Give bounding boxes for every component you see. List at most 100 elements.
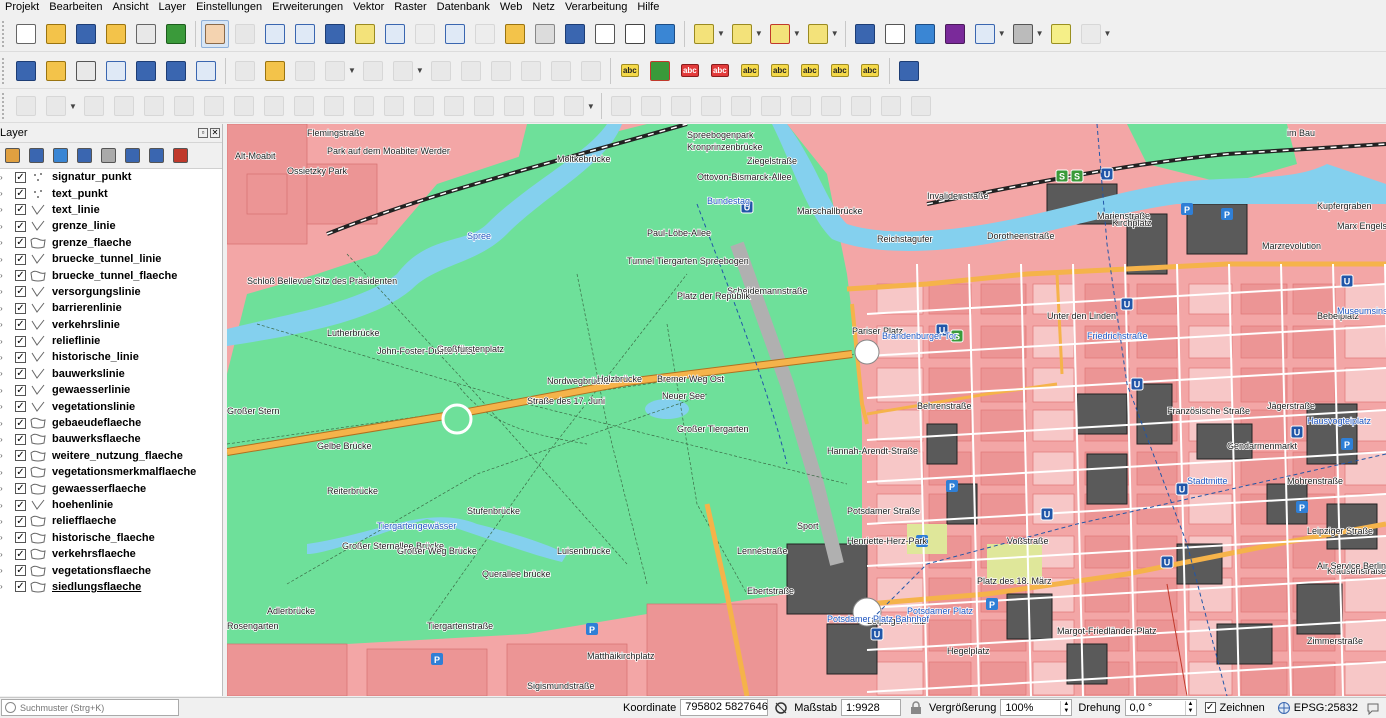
- dropdown-arrow-icon[interactable]: ▼: [998, 29, 1006, 38]
- menu-bearbeiten[interactable]: Bearbeiten: [44, 0, 107, 15]
- expand-arrow-icon[interactable]: ›: [0, 582, 10, 591]
- pin-labels-button[interactable]: abc: [706, 57, 734, 85]
- identify-button[interactable]: [851, 20, 879, 48]
- expand-all-button[interactable]: [121, 145, 143, 167]
- open-project-button[interactable]: [42, 20, 70, 48]
- zoom-to-layer-button[interactable]: [381, 20, 409, 48]
- layer-item-gewaesserlinie[interactable]: › ✓ gewaesserlinie: [0, 382, 222, 398]
- save-edits-button[interactable]: [291, 57, 319, 85]
- redo-button[interactable]: [577, 57, 605, 85]
- zoom-in-button[interactable]: [261, 20, 289, 48]
- modify-attributes-button[interactable]: [389, 57, 417, 85]
- layer-visibility-checkbox[interactable]: ✓: [15, 499, 26, 511]
- layer-item-vegetationsmerkmalflaeche[interactable]: › ✓ vegetationsmerkmalflaeche: [0, 464, 222, 480]
- dropdown-arrow-icon[interactable]: ▼: [717, 29, 725, 38]
- change-label-button[interactable]: abc: [826, 57, 854, 85]
- expand-arrow-icon[interactable]: ›: [0, 304, 10, 313]
- close-panel-icon[interactable]: ✕: [210, 128, 220, 138]
- zoom-last-button[interactable]: [441, 20, 469, 48]
- new-virtual-layer-button[interactable]: [162, 57, 190, 85]
- zoom-full-button[interactable]: [321, 20, 349, 48]
- undo-button[interactable]: [547, 57, 575, 85]
- menu-hilfe[interactable]: Hilfe: [632, 0, 664, 15]
- split-features-button[interactable]: [350, 92, 378, 120]
- layer-visibility-checkbox[interactable]: ✓: [15, 581, 26, 593]
- dropdown-arrow-icon[interactable]: ▼: [1104, 29, 1112, 38]
- messages-icon[interactable]: [1366, 701, 1380, 715]
- layer-visibility-checkbox[interactable]: ✓: [15, 204, 26, 216]
- pan-to-selection-button[interactable]: [231, 20, 259, 48]
- highlight-pinned-labels-button[interactable]: abc: [676, 57, 704, 85]
- expand-arrow-icon[interactable]: ›: [0, 501, 10, 510]
- layer-item-verkehrslinie[interactable]: › ✓ verkehrslinie: [0, 317, 222, 333]
- layer-item-vegetationsflaeche[interactable]: › ✓ vegetationsflaeche: [0, 562, 222, 578]
- delete-selected-button[interactable]: [427, 57, 455, 85]
- layer-visibility-checkbox[interactable]: ✓: [15, 270, 26, 282]
- layer-visibility-checkbox[interactable]: ✓: [15, 351, 26, 363]
- expand-arrow-icon[interactable]: ›: [0, 189, 10, 198]
- expand-arrow-icon[interactable]: ›: [0, 566, 10, 575]
- save-project-button[interactable]: [72, 20, 100, 48]
- menu-web[interactable]: Web: [495, 0, 527, 15]
- remove-layer-button[interactable]: [169, 145, 191, 167]
- layer-visibility-checkbox[interactable]: ✓: [15, 335, 26, 347]
- layer-item-gewaesserflaeche[interactable]: › ✓ gewaesserflaeche: [0, 480, 222, 496]
- scale-combo[interactable]: 1:9928: [841, 699, 902, 716]
- layer-item-versorgungslinie[interactable]: › ✓ versorgungslinie: [0, 284, 222, 300]
- select-by-expression-button[interactable]: [804, 20, 832, 48]
- expand-arrow-icon[interactable]: ›: [0, 435, 10, 444]
- magnifier-spinbox[interactable]: 100% ▲ ▼: [1000, 699, 1073, 716]
- locator-input[interactable]: [20, 702, 170, 713]
- paste-features-button[interactable]: [517, 57, 545, 85]
- magnifier-spin-arrows[interactable]: ▲ ▼: [1060, 700, 1071, 715]
- layer-item-bauwerkslinie[interactable]: › ✓ bauwerkslinie: [0, 366, 222, 382]
- expand-arrow-icon[interactable]: ›: [0, 386, 10, 395]
- offset-curve-button[interactable]: [260, 92, 288, 120]
- dropdown-arrow-icon[interactable]: ▼: [348, 66, 356, 75]
- zoom-next-button[interactable]: [471, 20, 499, 48]
- node-tool-button[interactable]: [787, 92, 815, 120]
- digitize-button[interactable]: [321, 57, 349, 85]
- locator-search[interactable]: [1, 699, 179, 716]
- layer-visibility-checkbox[interactable]: ✓: [15, 220, 26, 232]
- expand-arrow-icon[interactable]: ›: [0, 402, 10, 411]
- add-ring-button[interactable]: [80, 92, 108, 120]
- attribute-table-button[interactable]: [971, 20, 999, 48]
- reverse-line-button[interactable]: [290, 92, 318, 120]
- add-part-button[interactable]: [110, 92, 138, 120]
- scale-feature-button[interactable]: [727, 92, 755, 120]
- layer-item-bruecke-tunnel-flaeche[interactable]: › ✓ bruecke_tunnel_flaeche: [0, 267, 222, 283]
- expand-arrow-icon[interactable]: ›: [0, 337, 10, 346]
- pan-button[interactable]: [201, 19, 229, 48]
- save-as-button[interactable]: [102, 20, 130, 48]
- diagram-options-button[interactable]: [646, 57, 674, 85]
- layer-item-bruecke-tunnel-linie[interactable]: › ✓ bruecke_tunnel_linie: [0, 251, 222, 267]
- coordinate-field[interactable]: 795802 5827646: [680, 699, 769, 716]
- expand-arrow-icon[interactable]: ›: [0, 517, 10, 526]
- new-shapefile-layer-button[interactable]: [72, 57, 100, 85]
- statistics-button[interactable]: [941, 20, 969, 48]
- merge-attributes-button[interactable]: [440, 92, 468, 120]
- layer-item-bauwerksflaeche[interactable]: › ✓ bauwerksflaeche: [0, 431, 222, 447]
- circular-string-button[interactable]: [42, 92, 70, 120]
- layer-visibility-checkbox[interactable]: ✓: [15, 286, 26, 298]
- move-feature-button[interactable]: [667, 92, 695, 120]
- new-memory-layer-button[interactable]: [132, 57, 160, 85]
- layer-item-grenze-linie[interactable]: › ✓ grenze_linie: [0, 218, 222, 234]
- layer-visibility-checkbox[interactable]: ✓: [15, 384, 26, 396]
- layer-item-vegetationslinie[interactable]: › ✓ vegetationslinie: [0, 398, 222, 414]
- menu-einstellungen[interactable]: Einstellungen: [191, 0, 267, 15]
- map-tips-button[interactable]: [1047, 20, 1075, 48]
- rotation-spin-arrows[interactable]: ▲ ▼: [1184, 700, 1196, 715]
- filter-expression-button[interactable]: [97, 145, 119, 167]
- layer-visibility-checkbox[interactable]: ✓: [15, 433, 26, 445]
- menu-datenbank[interactable]: Datenbank: [432, 0, 495, 15]
- dropdown-arrow-icon[interactable]: ▼: [587, 102, 595, 111]
- copy-features-button[interactable]: [487, 57, 515, 85]
- expand-arrow-icon[interactable]: ›: [0, 255, 10, 264]
- field-calculator-button[interactable]: [881, 20, 909, 48]
- layer-item-gebaeudeflaeche[interactable]: › ✓ gebaeudeflaeche: [0, 415, 222, 431]
- rotate-feature-button[interactable]: [560, 92, 588, 120]
- layer-visibility-checkbox[interactable]: ✓: [15, 532, 26, 544]
- deselect-button[interactable]: [766, 20, 794, 48]
